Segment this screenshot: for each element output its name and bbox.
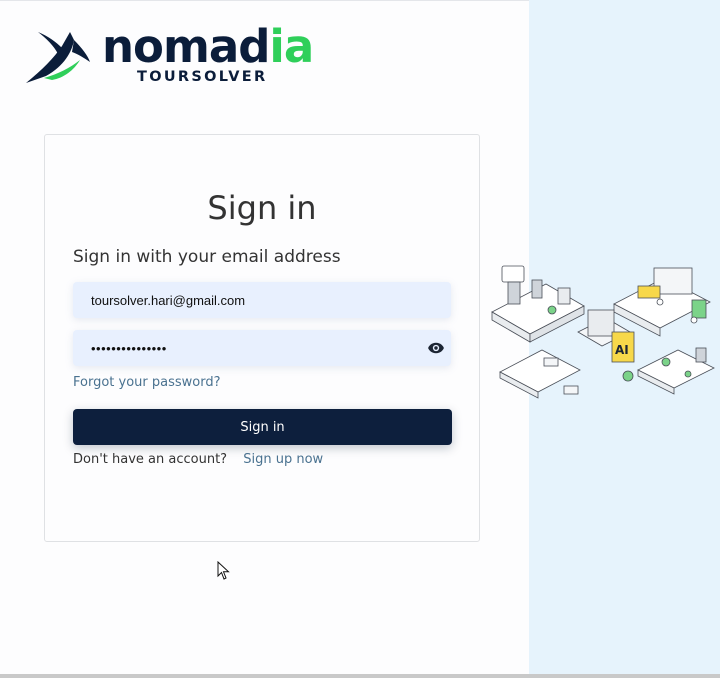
no-account-text: Don't have an account? xyxy=(73,452,228,467)
signup-row: Don't have an account? Sign up now xyxy=(73,452,323,467)
bottom-border xyxy=(0,674,720,678)
signin-card: Sign in Sign in with your email address … xyxy=(44,134,480,542)
brand-name: nomadia xyxy=(102,20,314,73)
top-border xyxy=(0,0,529,1)
password-field[interactable] xyxy=(73,330,451,366)
signin-subtitle: Sign in with your email address xyxy=(73,247,341,267)
email-field[interactable] xyxy=(73,282,451,318)
page-title: Sign in xyxy=(207,189,317,227)
logistics-illustration: AI xyxy=(491,265,715,399)
sign-in-button[interactable]: Sign in xyxy=(73,409,452,445)
bird-logo-icon xyxy=(26,32,90,83)
eye-icon[interactable] xyxy=(427,339,445,357)
nomadia-logo: nomadia TOURSOLVER xyxy=(24,20,314,88)
forgot-password-link[interactable]: Forgot your password? xyxy=(73,375,221,390)
brand-subtitle: TOURSOLVER xyxy=(137,69,268,85)
svg-text:AI: AI xyxy=(615,343,629,357)
email-field-wrapper xyxy=(73,282,451,318)
arrow-cursor-icon xyxy=(217,561,230,580)
password-field-wrapper xyxy=(73,330,451,366)
sign-up-link[interactable]: Sign up now xyxy=(243,452,323,467)
